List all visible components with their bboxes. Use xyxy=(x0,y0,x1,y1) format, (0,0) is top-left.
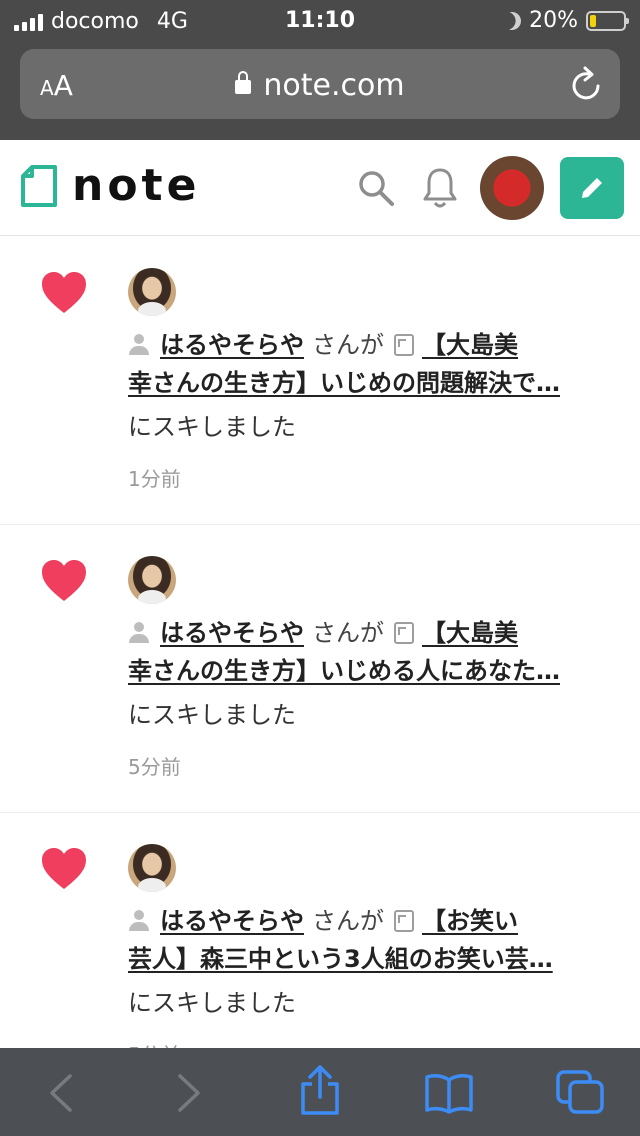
address-bar[interactable]: AA note.com xyxy=(20,49,620,119)
bell-icon[interactable] xyxy=(420,166,460,210)
user-avatar-small[interactable] xyxy=(128,844,176,892)
user-avatar-small[interactable] xyxy=(128,556,176,604)
browser-address-area: AA note.com xyxy=(0,44,640,140)
timestamp: 1分前 xyxy=(128,467,181,491)
notification-item[interactable]: はるやそらや さんが 【大島美 幸さんの生き方】いじめる人にあなた… にスキしました… xyxy=(0,525,640,813)
user-icon xyxy=(128,909,150,931)
action-text: にスキしました xyxy=(128,989,296,1017)
user-name-link[interactable]: はるやそらや xyxy=(160,331,304,359)
tabs-icon[interactable] xyxy=(554,1068,606,1116)
site-header: note xyxy=(0,140,640,236)
back-icon[interactable] xyxy=(46,1072,76,1114)
status-bar-right: 20% xyxy=(501,8,629,33)
url-display[interactable]: note.com xyxy=(20,68,620,103)
heart-icon xyxy=(42,272,86,313)
status-bar: docomo 4G 11:10 20% xyxy=(0,0,640,44)
notification-item[interactable]: はるやそらや さんが 【大島美 幸さんの生き方】いじめの問題解決で… にスキしました… xyxy=(0,237,640,525)
timestamp: 5分前 xyxy=(128,755,181,779)
notification-line-1: はるやそらや さんが 【大島美 xyxy=(128,327,518,363)
note-icon xyxy=(394,622,414,644)
note-logo-icon xyxy=(21,165,57,207)
connector-text: さんが xyxy=(312,907,384,935)
reload-icon[interactable] xyxy=(570,65,604,103)
user-avatar-small[interactable] xyxy=(128,268,176,316)
article-title-link[interactable]: 【お笑い xyxy=(422,907,518,935)
note-icon xyxy=(394,334,414,356)
user-icon xyxy=(128,621,150,643)
forward-icon[interactable] xyxy=(174,1072,204,1114)
action-text: にスキしました xyxy=(128,413,296,441)
action-text: にスキしました xyxy=(128,701,296,729)
share-icon[interactable] xyxy=(298,1064,342,1116)
user-name-link[interactable]: はるやそらや xyxy=(160,907,304,935)
do-not-disturb-icon xyxy=(501,9,524,32)
battery-percent: 20% xyxy=(529,8,578,33)
article-title-link-cont[interactable]: 幸さんの生き方】いじめる人にあなた… xyxy=(128,657,560,685)
write-post-button[interactable] xyxy=(560,157,624,219)
connector-text: さんが xyxy=(312,619,384,647)
notification-line-2: 幸さんの生き方】いじめる人にあなた… xyxy=(128,653,560,689)
lock-icon xyxy=(235,71,252,94)
note-logo[interactable]: note xyxy=(20,164,200,208)
notification-line-1: はるやそらや さんが 【大島美 xyxy=(128,615,518,651)
notification-line-1: はるやそらや さんが 【お笑い xyxy=(128,903,518,939)
article-title-link-cont[interactable]: 幸さんの生き方】いじめの問題解決で… xyxy=(128,369,560,397)
url-text: note.com xyxy=(263,68,405,103)
article-title-link-cont[interactable]: 芸人】森三中という3人組のお笑い芸… xyxy=(128,945,553,973)
notification-line-2: 芸人】森三中という3人組のお笑い芸… xyxy=(128,941,553,977)
notification-feed: はるやそらや さんが 【大島美 幸さんの生き方】いじめの問題解決で… にスキしました… xyxy=(0,237,640,1101)
user-name-link[interactable]: はるやそらや xyxy=(160,619,304,647)
connector-text: さんが xyxy=(312,331,384,359)
logo-text: note xyxy=(72,160,201,211)
note-icon xyxy=(394,910,414,932)
browser-toolbar xyxy=(0,1048,640,1136)
search-icon[interactable] xyxy=(356,168,396,208)
article-title-link[interactable]: 【大島美 xyxy=(422,619,518,647)
heart-icon xyxy=(42,560,86,601)
article-title-link[interactable]: 【大島美 xyxy=(422,331,518,359)
pencil-icon xyxy=(582,178,602,198)
user-icon xyxy=(128,333,150,355)
battery-icon xyxy=(586,10,629,31)
bookmarks-icon[interactable] xyxy=(424,1072,474,1114)
notification-line-2: 幸さんの生き方】いじめの問題解決で… xyxy=(128,365,560,401)
user-avatar[interactable] xyxy=(480,156,544,220)
heart-icon xyxy=(42,848,86,889)
